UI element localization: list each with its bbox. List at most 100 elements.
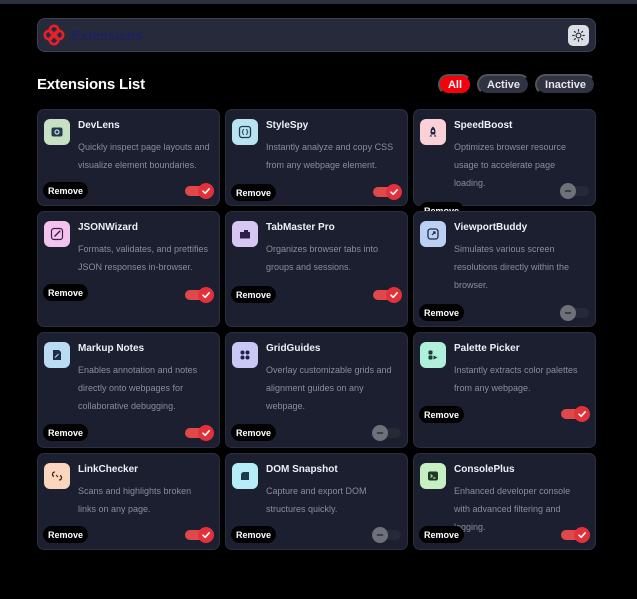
wand-icon: [44, 221, 70, 247]
toggle-knob: [386, 287, 402, 303]
logo-icon: [42, 23, 66, 47]
toggle-knob: [198, 183, 214, 199]
check-icon: [202, 292, 210, 299]
extension-name: SpeedBoost: [454, 120, 513, 131]
toggle-knob: [574, 406, 590, 422]
check-icon: [390, 292, 398, 299]
remove-button-gridguides[interactable]: Remove: [231, 424, 277, 441]
extension-description: Instantly extracts color palettes from a…: [454, 365, 578, 393]
toggle-knob: [198, 527, 214, 543]
extension-card: LinkChecker Scans and highlights broken l…: [37, 453, 220, 550]
enable-toggle-tabmaster-pro[interactable]: [373, 287, 402, 303]
extension-card: Palette Picker Instantly extracts color p…: [413, 332, 596, 448]
enable-toggle-speedboost[interactable]: [560, 183, 589, 199]
toggle-knob: [198, 287, 214, 303]
extension-name: ConsolePlus: [454, 464, 515, 475]
palette-icon: [420, 342, 446, 368]
toggle-knob: [574, 527, 590, 543]
extension-name: ViewportBuddy: [454, 222, 528, 233]
minus-icon: [376, 534, 384, 536]
app-title: Extensions: [72, 27, 143, 43]
broken-link-icon: [44, 463, 70, 489]
enable-toggle-dom-snapshot[interactable]: [372, 527, 401, 543]
remove-button-linkchecker[interactable]: Remove: [43, 526, 89, 543]
remove-button-stylespy[interactable]: Remove: [231, 184, 277, 201]
extension-card: DevLens Quickly inspect page layouts and …: [37, 109, 220, 206]
note-icon: [44, 342, 70, 368]
theme-toggle-button[interactable]: [568, 24, 589, 46]
check-icon: [202, 532, 210, 539]
extension-name: TabMaster Pro: [266, 222, 335, 233]
extension-name: Palette Picker: [454, 343, 520, 354]
enable-toggle-devlens[interactable]: [185, 183, 214, 199]
extension-description: Capture and export DOM structures quickl…: [266, 486, 367, 514]
devlens-icon: [44, 119, 70, 145]
extension-description: Scans and highlights broken links on any…: [78, 486, 192, 514]
extension-name: StyleSpy: [266, 120, 309, 131]
enable-toggle-gridguides[interactable]: [372, 425, 401, 441]
enable-toggle-palette-picker[interactable]: [561, 406, 590, 422]
extension-description: Formats, validates, and prettifies JSON …: [78, 244, 209, 272]
toggle-knob: [386, 184, 402, 200]
extension-name: Markup Notes: [78, 343, 145, 354]
enable-toggle-jsonwizard[interactable]: [185, 287, 214, 303]
snapshot-icon: [232, 463, 258, 489]
check-icon: [390, 189, 398, 196]
remove-button-palette-picker[interactable]: Remove: [419, 406, 465, 423]
minus-icon: [564, 190, 572, 192]
tabs-icon: [232, 221, 258, 247]
grid-icon: [232, 342, 258, 368]
extension-name: GridGuides: [266, 343, 321, 354]
toggle-knob: [372, 527, 388, 543]
enable-toggle-stylespy[interactable]: [373, 184, 402, 200]
extension-card: JSONWizard Formats, validates, and pretti…: [37, 211, 220, 327]
rocket-icon: [420, 119, 446, 145]
extensions-grid: DevLens Quickly inspect page layouts and …: [37, 109, 596, 551]
check-icon: [578, 532, 586, 539]
extension-description: Simulates various screen resolutions dir…: [454, 244, 570, 290]
remove-button-viewportbuddy[interactable]: Remove: [419, 304, 465, 321]
enable-toggle-markup-notes[interactable]: [185, 425, 214, 441]
extension-card: DOM Snapshot Capture and export DOM struc…: [225, 453, 408, 550]
remove-button-tabmaster-pro[interactable]: Remove: [231, 286, 277, 303]
extension-name: DevLens: [78, 120, 120, 131]
minus-icon: [564, 312, 572, 314]
toggle-knob: [372, 425, 388, 441]
remove-button-devlens[interactable]: Remove: [43, 182, 89, 199]
list-title: Extensions List: [37, 76, 145, 93]
filter-group: All Active Inactive: [437, 74, 596, 95]
extension-card: TabMaster Pro Organizes browser tabs into…: [225, 211, 408, 327]
check-icon: [202, 430, 210, 437]
toggle-knob: [560, 305, 576, 321]
check-icon: [578, 411, 586, 418]
toggle-knob: [560, 183, 576, 199]
remove-button-markup-notes[interactable]: Remove: [43, 424, 89, 441]
enable-toggle-linkchecker[interactable]: [185, 527, 214, 543]
minus-icon: [376, 432, 384, 434]
extension-description: Instantly analyze and copy CSS from any …: [266, 142, 394, 170]
extension-description: Overlay customizable grids and alignment…: [266, 365, 392, 411]
sun-icon: [572, 28, 585, 42]
extension-name: JSONWizard: [78, 222, 138, 233]
extension-description: Organizes browser tabs into groups and s…: [266, 244, 379, 272]
extension-card: ViewportBuddy Simulates various screen re…: [413, 211, 596, 327]
extension-name: LinkChecker: [78, 464, 139, 475]
extension-card: SpeedBoost Optimizes browser resource usa…: [413, 109, 596, 219]
filter-all-button[interactable]: All: [437, 74, 472, 95]
extension-description: Enables annotation and notes directly on…: [78, 365, 198, 411]
enable-toggle-viewportbuddy[interactable]: [560, 305, 589, 321]
remove-button-jsonwizard[interactable]: Remove: [43, 284, 89, 301]
app-header: Extensions: [37, 18, 596, 52]
remove-button-dom-snapshot[interactable]: Remove: [231, 526, 277, 543]
check-icon: [202, 188, 210, 195]
code-braces-icon: [232, 119, 258, 145]
filter-active-button[interactable]: Active: [477, 74, 531, 95]
top-border: [0, 0, 637, 4]
extension-description: Quickly inspect page layouts and visuali…: [78, 142, 210, 170]
extension-card: StyleSpy Instantly analyze and copy CSS f…: [225, 109, 408, 206]
extension-name: DOM Snapshot: [266, 464, 338, 475]
enable-toggle-consoleplus[interactable]: [561, 527, 590, 543]
filter-inactive-button[interactable]: Inactive: [535, 74, 596, 95]
extension-card: ConsolePlus Enhanced developer console wi…: [413, 453, 596, 550]
remove-button-consoleplus[interactable]: Remove: [419, 526, 465, 543]
